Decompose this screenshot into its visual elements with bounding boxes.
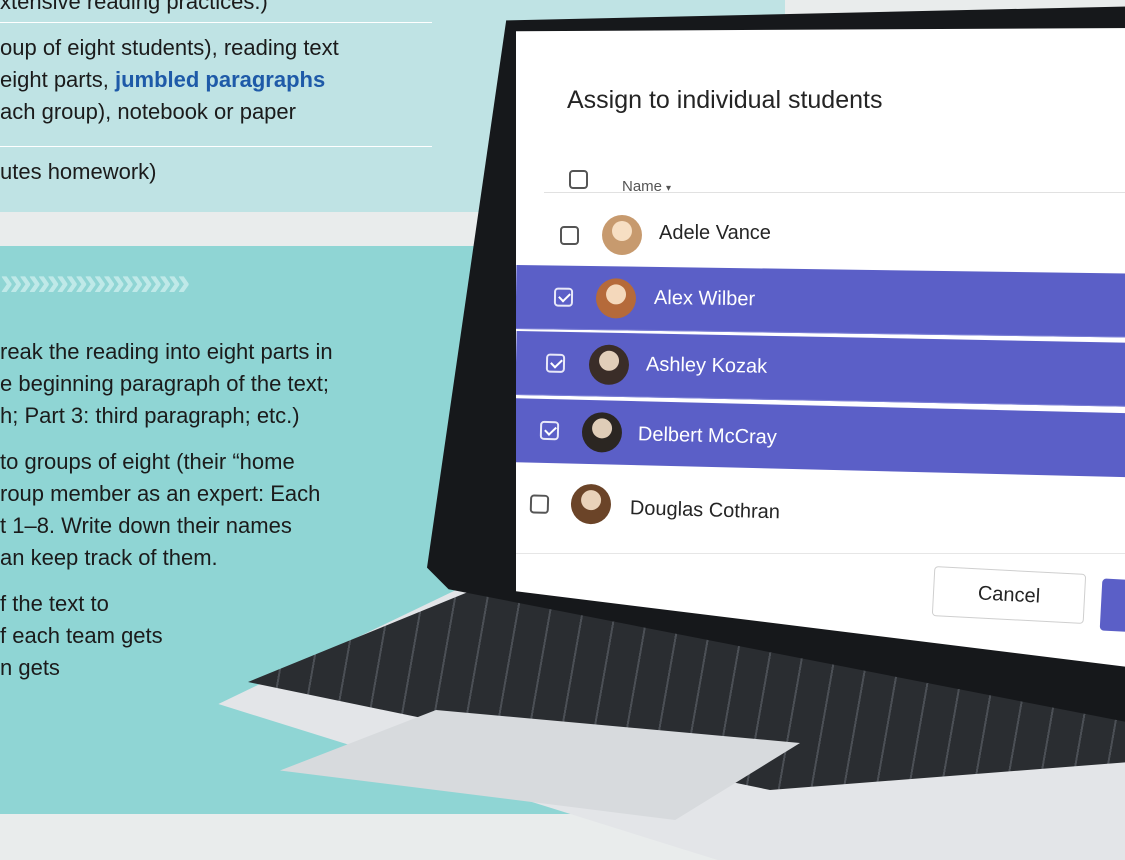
row-checkbox[interactable]: [553, 287, 574, 307]
step-text-line: f each team gets: [0, 623, 163, 648]
step-text-line: roup member as an expert: Each: [0, 481, 321, 506]
student-name: Adele Vance: [659, 222, 771, 244]
step-text-line: e beginning paragraph of the text;: [0, 371, 330, 396]
student-name: Douglas Cothran: [629, 497, 781, 524]
student-row-douglas-cothran[interactable]: Douglas Cothran: [516, 470, 1125, 551]
assign-button[interactable]: [1099, 578, 1125, 634]
step-text-line: h; Part 3: third paragraph; etc.): [0, 403, 300, 428]
prep-text-line: eight parts, jumbled paragraphs: [0, 64, 325, 96]
dialog-title: Assign to individual students: [567, 86, 883, 114]
student-row-alex-wilber[interactable]: Alex Wilber: [516, 265, 1125, 338]
row-checkbox[interactable]: [539, 420, 560, 441]
student-name: Alex Wilber: [653, 286, 756, 311]
header-divider: [544, 192, 1125, 193]
row-checkbox[interactable]: [545, 353, 566, 373]
avatar: [588, 344, 630, 386]
student-row-ashley-kozak[interactable]: Ashley Kozak: [516, 331, 1125, 407]
avatar: [602, 215, 642, 255]
avatar: [595, 278, 637, 319]
prep-text-line: ach group), notebook or paper: [0, 99, 296, 124]
step-text-line: to groups of eight (their “home: [0, 449, 295, 474]
cancel-button[interactable]: Cancel: [931, 566, 1087, 624]
row-checkbox[interactable]: [529, 494, 550, 514]
student-row-adele-vance[interactable]: Adele Vance: [516, 203, 1125, 267]
divider: [0, 146, 432, 147]
prep-text-line: utes homework): [0, 159, 157, 184]
student-name: Ashley Kozak: [645, 353, 768, 378]
prep-text-fragment: eight parts,: [0, 67, 115, 92]
step-text-line: reak the reading into eight parts in: [0, 339, 333, 364]
avatar: [581, 411, 623, 453]
laptop-screen: Assign to individual students Name ▾ Adel…: [516, 28, 1125, 668]
student-name: Delbert McCray: [637, 423, 778, 449]
avatar: [570, 483, 612, 525]
student-row-delbert-mccray[interactable]: Delbert McCray: [516, 398, 1125, 478]
step-text-line: an keep track of them.: [0, 545, 218, 570]
prep-text-line: xtensive reading practices.): [0, 0, 268, 14]
select-all-checkbox[interactable]: [569, 170, 588, 189]
jumbled-paragraphs-term: jumbled paragraphs: [114, 67, 326, 92]
divider: [0, 22, 432, 23]
prep-text-line: oup of eight students), reading text: [0, 35, 339, 60]
step-text-line: n gets: [0, 655, 60, 680]
step-text-line: t 1–8. Write down their names: [0, 513, 292, 538]
chevron-banner-icon: ››››››››››››››››››››: [0, 260, 190, 304]
row-checkbox[interactable]: [560, 226, 579, 245]
step-text-line: f the text to: [0, 591, 109, 616]
footer-divider: [516, 553, 1125, 554]
